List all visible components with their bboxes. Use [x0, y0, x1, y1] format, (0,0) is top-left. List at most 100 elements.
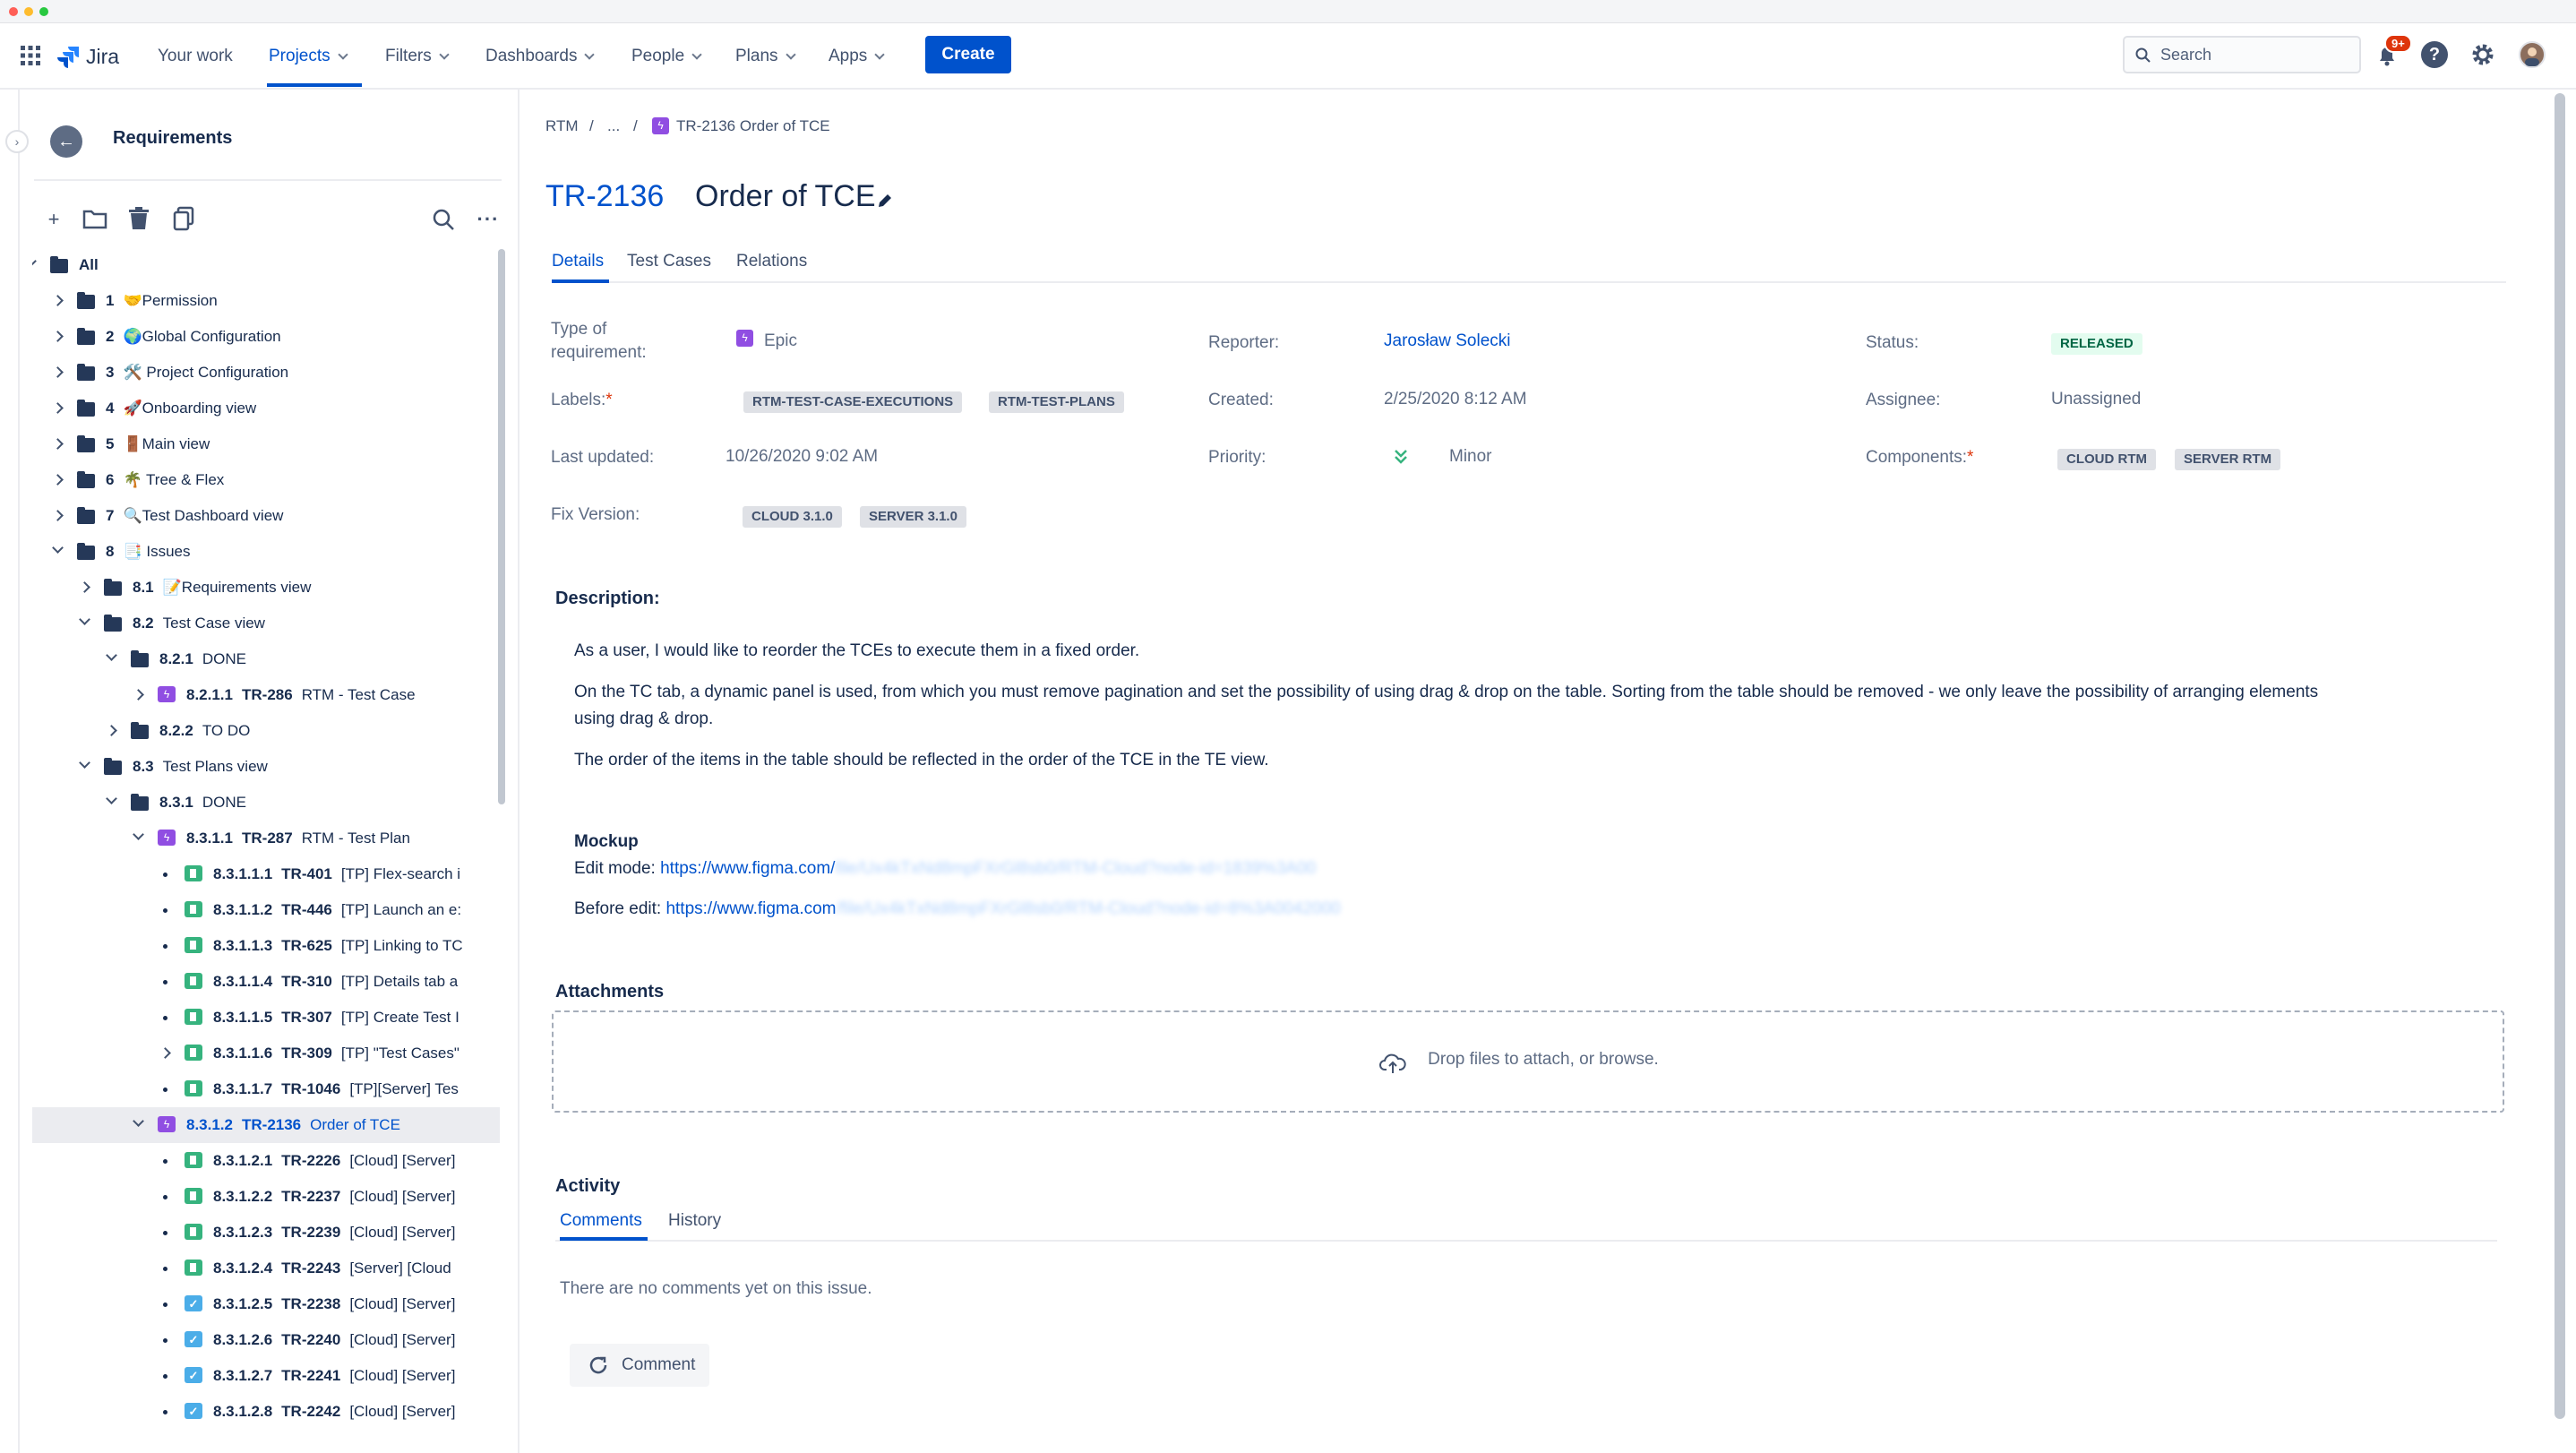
- tree-issue-row[interactable]: 8.3.1.1.6 TR-309 [TP] "Test Cases": [32, 1036, 500, 1071]
- tree-folder-row[interactable]: 8.2.1 DONE: [32, 641, 500, 677]
- chevron-right-icon[interactable]: [106, 725, 117, 736]
- tree-folder-row[interactable]: 6 🌴 Tree & Flex: [32, 462, 500, 498]
- edit-pencil-icon[interactable]: [876, 192, 894, 210]
- breadcrumb-ellipsis[interactable]: ...: [607, 117, 620, 135]
- status-badge[interactable]: RELEASED: [2051, 333, 2142, 355]
- copy-icon[interactable]: [173, 206, 194, 231]
- tree-folder-row[interactable]: All: [32, 249, 500, 283]
- chevron-right-icon[interactable]: [52, 402, 64, 414]
- chevron-right-icon[interactable]: [52, 510, 64, 521]
- chevron-down-icon[interactable]: [106, 793, 117, 804]
- tree-folder-row[interactable]: 3 🛠️ Project Configuration: [32, 355, 500, 391]
- more-icon[interactable]: ···: [473, 204, 503, 235]
- tab-relations[interactable]: Relations: [736, 252, 807, 271]
- plus-icon[interactable]: +: [39, 204, 69, 235]
- priority-value[interactable]: Minor: [1449, 447, 1492, 467]
- nav-your-work[interactable]: Your work: [158, 43, 233, 70]
- tree-scrollbar[interactable]: [498, 249, 505, 804]
- component-chip[interactable]: SERVER RTM: [2175, 449, 2281, 470]
- zoom-window-button[interactable]: [39, 7, 48, 16]
- reporter-value[interactable]: Jarosław Solecki: [1384, 331, 1511, 351]
- chevron-down-icon[interactable]: [133, 1115, 144, 1127]
- nav-projects[interactable]: Projects: [269, 43, 348, 70]
- tree-folder-row[interactable]: 4 🚀Onboarding view: [32, 391, 500, 426]
- tree-folder-row[interactable]: 8.2 Test Case view: [32, 606, 500, 641]
- attachment-dropzone[interactable]: Drop files to attach, or browse.: [552, 1010, 2504, 1113]
- edit-mode-link[interactable]: https://www.figma.com/: [660, 859, 835, 878]
- tree-folder-row[interactable]: 7 🔍Test Dashboard view: [32, 498, 500, 534]
- tab-details[interactable]: Details: [552, 252, 604, 271]
- chevron-right-icon[interactable]: [159, 1047, 171, 1059]
- assignee-value[interactable]: Unassigned: [2051, 390, 2141, 409]
- tree-issue-row[interactable]: 8.3.1.2.1 TR-2226 [Cloud] [Server]: [32, 1143, 500, 1179]
- page-title[interactable]: Order of TCE: [695, 179, 876, 214]
- page-scrollbar[interactable]: [2555, 93, 2565, 1419]
- chevron-down-icon[interactable]: [79, 757, 90, 769]
- folder-icon[interactable]: [82, 208, 107, 229]
- tree-folder-row[interactable]: 8.3.1 DONE: [32, 785, 500, 821]
- tree-issue-row[interactable]: ✓ 8.3.1.2.6 TR-2240 [Cloud] [Server]: [32, 1322, 500, 1358]
- chevron-right-icon[interactable]: [52, 331, 64, 342]
- tree-issue-row[interactable]: ✓ 8.3.1.2.7 TR-2241 [Cloud] [Server]: [32, 1358, 500, 1394]
- avatar[interactable]: [2519, 41, 2546, 68]
- chevron-down-icon[interactable]: [106, 649, 117, 661]
- chevron-down-icon[interactable]: [32, 255, 37, 267]
- comment-button[interactable]: Comment: [570, 1344, 709, 1387]
- tree-folder-row[interactable]: 8.2.2 TO DO: [32, 713, 500, 749]
- chevron-down-icon[interactable]: [79, 614, 90, 625]
- tree-issue-row[interactable]: 8.3.1.2.2 TR-2237 [Cloud] [Server]: [32, 1179, 500, 1215]
- tab-history[interactable]: History: [668, 1211, 721, 1231]
- chevron-right-icon[interactable]: [52, 366, 64, 378]
- tree-issue-row[interactable]: 8.3.1.1.5 TR-307 [TP] Create Test I: [32, 1000, 500, 1036]
- nav-filters[interactable]: Filters: [385, 43, 450, 70]
- nav-people[interactable]: People: [631, 43, 702, 70]
- issue-key[interactable]: TR-2136: [545, 179, 664, 214]
- before-edit-link-blurred[interactable]: /file/Ux4kTxNd8mpFXrGl8sb0/RTM-Cloud?nod…: [837, 899, 1341, 918]
- tree-folder-row[interactable]: 5 🚪Main view: [32, 426, 500, 462]
- tree-folder-row[interactable]: 8.3 Test Plans view: [32, 749, 500, 785]
- chevron-right-icon[interactable]: [133, 689, 144, 701]
- nav-apps[interactable]: Apps: [829, 43, 885, 70]
- tree-folder-row[interactable]: 8 📑 Issues: [32, 534, 500, 570]
- tab-test-cases[interactable]: Test Cases: [627, 252, 711, 271]
- tree-folder-row[interactable]: 2 🌍Global Configuration: [32, 319, 500, 355]
- tree-issue-row[interactable]: ϟ 8.2.1.1 TR-286 RTM - Test Case: [32, 677, 500, 713]
- breadcrumb-current[interactable]: TR-2136 Order of TCE: [676, 117, 830, 135]
- before-edit-link[interactable]: https://www.figma.com: [665, 899, 836, 918]
- nav-plans[interactable]: Plans: [735, 43, 796, 70]
- minimize-window-button[interactable]: [24, 7, 33, 16]
- label-chip[interactable]: RTM-TEST-CASE-EXECUTIONS: [743, 391, 963, 413]
- tree-issue-row[interactable]: ✓ 8.3.1.2.8 TR-2242 [Cloud] [Server]: [32, 1394, 500, 1430]
- tree-issue-row[interactable]: ϟ 8.3.1.2 TR-2136 Order of TCE: [32, 1107, 500, 1143]
- label-chip[interactable]: RTM-TEST-PLANS: [989, 391, 1124, 413]
- nav-dashboards[interactable]: Dashboards: [485, 43, 596, 70]
- edit-mode-link-blurred[interactable]: file/Ux4kTxNd8mpFXrGl8sb0/RTM-Cloud?node…: [835, 859, 1316, 878]
- chevron-down-icon[interactable]: [52, 542, 64, 554]
- tree-issue-row[interactable]: 8.3.1.1.4 TR-310 [TP] Details tab a: [32, 964, 500, 1000]
- settings-button[interactable]: [2469, 41, 2496, 68]
- tab-comments[interactable]: Comments: [560, 1211, 642, 1231]
- tree-issue-row[interactable]: ϟ 8.3.1.1 TR-287 RTM - Test Plan: [32, 821, 500, 856]
- chevron-right-icon[interactable]: [52, 438, 64, 450]
- chevron-right-icon[interactable]: [79, 581, 90, 593]
- tree-issue-row[interactable]: ✓ 8.3.1.2.5 TR-2238 [Cloud] [Server]: [32, 1286, 500, 1322]
- fixversion-chip[interactable]: SERVER 3.1.0: [860, 506, 966, 528]
- create-button[interactable]: Create: [925, 36, 1011, 73]
- back-arrow-icon[interactable]: ←: [50, 125, 82, 158]
- tree-folder-row[interactable]: 1 🤝Permission: [32, 283, 500, 319]
- help-icon[interactable]: ?: [2421, 41, 2448, 68]
- type-value[interactable]: Epic: [764, 331, 797, 351]
- chevron-right-icon[interactable]: [52, 474, 64, 486]
- tree-folder-row[interactable]: 8.1 📝Requirements view: [32, 570, 500, 606]
- app-switcher-icon[interactable]: [20, 45, 41, 66]
- trash-icon[interactable]: [128, 206, 150, 231]
- tree-issue-row[interactable]: 8.3.1.2.4 TR-2243 [Server] [Cloud: [32, 1251, 500, 1286]
- chevron-down-icon[interactable]: [133, 829, 144, 840]
- tree-issue-row[interactable]: 8.3.1.1.7 TR-1046 [TP][Server] Tes: [32, 1071, 500, 1107]
- tree-issue-row[interactable]: 8.3.1.1.2 TR-446 [TP] Launch an e:: [32, 892, 500, 928]
- tree-issue-row[interactable]: 8.3.1.2.3 TR-2239 [Cloud] [Server]: [32, 1215, 500, 1251]
- close-window-button[interactable]: [9, 7, 18, 16]
- tree-issue-row[interactable]: 8.3.1.1.3 TR-625 [TP] Linking to TC: [32, 928, 500, 964]
- breadcrumb-root[interactable]: RTM: [545, 117, 579, 135]
- search-input[interactable]: Search: [2123, 36, 2361, 73]
